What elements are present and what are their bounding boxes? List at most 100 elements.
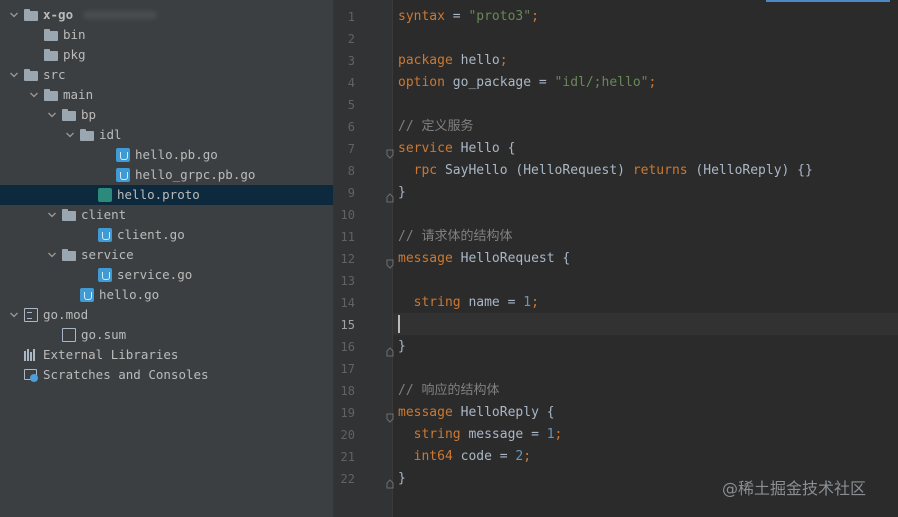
go-mod-icon — [24, 308, 38, 322]
code-token: // 定义服务 — [398, 119, 474, 134]
code-token: } — [398, 471, 406, 486]
tree-item-label: hello.proto — [117, 187, 200, 202]
proto-file-icon — [98, 188, 112, 202]
line-number: 1 — [347, 10, 355, 24]
code-token: string — [413, 295, 461, 310]
code-line[interactable]: rpc SayHello (HelloRequest) returns (Hel… — [398, 160, 813, 182]
code-line[interactable]: } — [398, 182, 406, 204]
fold-close-icon[interactable] — [385, 188, 395, 203]
line-number: 7 — [347, 142, 355, 156]
chevron-down-icon[interactable] — [28, 85, 40, 105]
fold-open-icon[interactable] — [385, 144, 395, 159]
chevron-down-icon[interactable] — [64, 125, 76, 145]
line-number: 13 — [340, 274, 355, 288]
code-token: int64 — [413, 449, 453, 464]
tree-item-hello-go[interactable]: hello.go — [0, 285, 333, 305]
code-token: HelloRequest { — [452, 251, 571, 266]
project-path-blurred — [83, 11, 158, 19]
chevron-down-icon[interactable] — [46, 205, 58, 225]
code-line[interactable]: message HelloRequest { — [398, 248, 570, 270]
code-token: ; — [523, 449, 532, 464]
fold-close-icon[interactable] — [385, 474, 395, 489]
code-line[interactable]: string message = 1; — [398, 424, 563, 446]
line-number: 16 — [340, 340, 355, 354]
tree-item-hello-proto[interactable]: hello.proto — [0, 185, 333, 205]
tree-item-pkg[interactable]: pkg — [0, 45, 333, 65]
tree-item-client[interactable]: client — [0, 205, 333, 225]
tree-item-service[interactable]: service — [0, 245, 333, 265]
code-line[interactable]: message HelloReply { — [398, 402, 555, 424]
line-number: 11 — [340, 230, 355, 244]
go-file-icon — [116, 168, 130, 182]
tree-item-label: bp — [81, 107, 97, 122]
tree-item-hello-pb-go[interactable]: hello.pb.go — [0, 145, 333, 165]
fold-close-icon[interactable] — [385, 342, 395, 357]
tree-item-x-go[interactable]: x-go — [0, 5, 333, 25]
tree-item-src[interactable]: src — [0, 65, 333, 85]
code-token: ; — [499, 53, 508, 68]
chevron-down-icon[interactable] — [8, 305, 20, 325]
code-token: option — [398, 75, 445, 90]
code-token: } — [398, 185, 406, 200]
tree-item-bp[interactable]: bp — [0, 105, 333, 125]
chevron-down-icon[interactable] — [46, 245, 58, 265]
tree-item-external-libraries[interactable]: External Libraries — [0, 345, 333, 365]
line-number: 2 — [347, 32, 355, 46]
tree-item-label: idl — [99, 127, 122, 142]
code-token: package — [398, 53, 453, 68]
code-line[interactable]: package hello; — [398, 50, 508, 72]
code-token: (HelloReply) {} — [687, 163, 813, 178]
tree-item-label: main — [63, 87, 94, 102]
code-token: "proto3" — [468, 9, 532, 24]
chevron-down-icon[interactable] — [46, 105, 58, 125]
tree-item-go-sum[interactable]: go.sum — [0, 325, 333, 345]
code-line[interactable]: // 定义服务 — [398, 116, 473, 138]
tree-item-label: src — [43, 67, 66, 82]
chevron-down-icon[interactable] — [8, 5, 20, 25]
code-line[interactable]: } — [398, 336, 406, 358]
code-line[interactable]: int64 code = 2; — [398, 446, 531, 468]
code-line[interactable]: // 请求体的结构体 — [398, 226, 512, 248]
tree-item-label: service — [81, 247, 134, 262]
folder-icon — [62, 108, 76, 122]
chevron-down-icon[interactable] — [8, 65, 20, 85]
folder-icon — [24, 8, 38, 22]
tree-item-hello-grpc-pb-go[interactable]: hello_grpc.pb.go — [0, 165, 333, 185]
tree-item-service-go[interactable]: service.go — [0, 265, 333, 285]
code-line[interactable]: // 响应的结构体 — [398, 380, 499, 402]
folder-icon — [80, 128, 94, 142]
go-file-icon — [80, 288, 94, 302]
tree-item-scratches-and-consoles[interactable]: Scratches and Consoles — [0, 365, 333, 385]
tree-item-main[interactable]: main — [0, 85, 333, 105]
fold-open-icon[interactable] — [385, 408, 395, 423]
code-line[interactable]: option go_package = "idl/;hello"; — [398, 72, 656, 94]
go-sum-icon — [62, 328, 76, 342]
code-token: Hello { — [452, 141, 516, 156]
tree-item-label: x-go — [43, 7, 74, 22]
code-token: "idl/;hello" — [554, 75, 649, 90]
tree-item-client-go[interactable]: client.go — [0, 225, 333, 245]
go-file-icon — [98, 228, 112, 242]
line-number: 4 — [347, 76, 355, 90]
tree-item-label: hello_grpc.pb.go — [135, 167, 256, 182]
code-line[interactable]: string name = 1; — [398, 292, 539, 314]
code-line[interactable]: } — [398, 468, 406, 490]
code-token: service — [398, 141, 453, 156]
tree-item-go-mod[interactable]: go.mod — [0, 305, 333, 325]
line-number: 15 — [340, 318, 355, 332]
line-number: 21 — [340, 450, 355, 464]
code-line[interactable]: syntax = "proto3"; — [398, 6, 539, 28]
line-number: 9 — [347, 186, 355, 200]
line-number: 10 — [340, 208, 355, 222]
line-number: 8 — [347, 164, 355, 178]
tree-item-bin[interactable]: bin — [0, 25, 333, 45]
line-number: 14 — [340, 296, 355, 310]
text-caret — [398, 315, 400, 333]
fold-open-icon[interactable] — [385, 254, 395, 269]
tree-item-idl[interactable]: idl — [0, 125, 333, 145]
code-line[interactable]: service Hello { — [398, 138, 515, 160]
tree-item-label: hello.pb.go — [135, 147, 218, 162]
code-token: name = — [460, 295, 524, 310]
